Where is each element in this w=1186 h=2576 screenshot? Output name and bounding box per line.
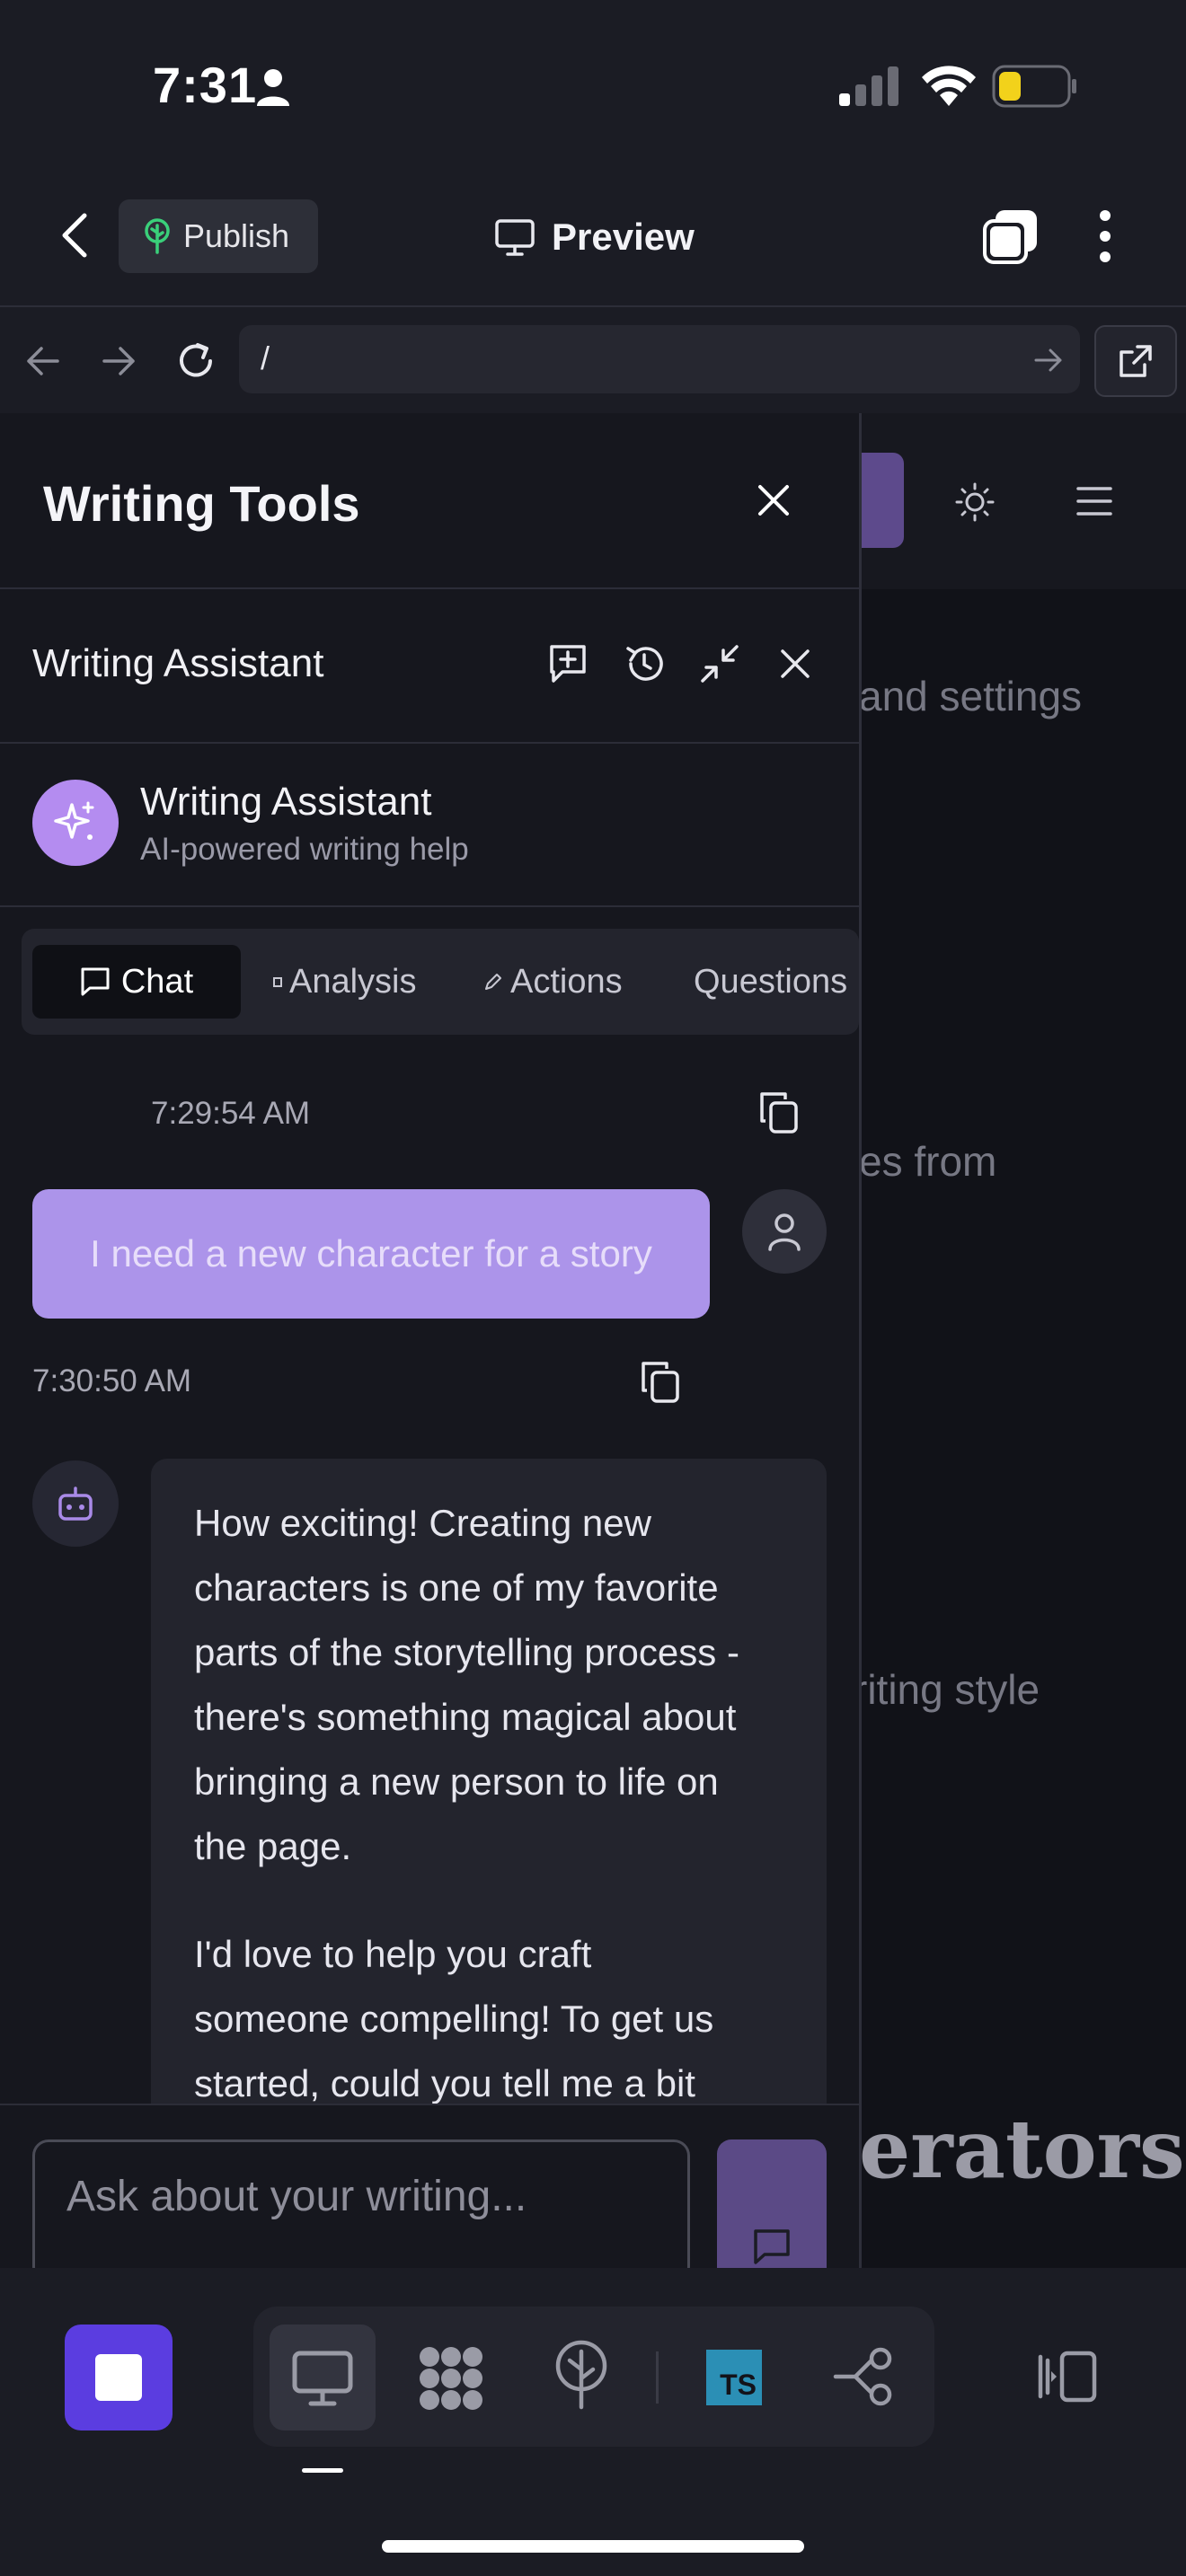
divider xyxy=(0,742,859,744)
text-line: I'd love to help you craft xyxy=(194,1933,592,1975)
publish-button[interactable]: Publish xyxy=(119,199,318,273)
assistant-subtitle: AI-powered writing help xyxy=(140,832,469,867)
share-nodes-icon[interactable] xyxy=(830,2344,895,2409)
tab-analysis[interactable]: Analysis xyxy=(273,945,417,1019)
status-time: 7:31 xyxy=(153,57,258,113)
close-assistant-icon[interactable] xyxy=(780,648,810,679)
divider xyxy=(0,905,859,907)
bot-avatar xyxy=(32,1460,119,1547)
preview-label: Preview xyxy=(552,216,695,258)
publish-tree-icon xyxy=(142,218,173,254)
text-line: How exciting! Creating new xyxy=(194,1502,651,1544)
background-snippet: and settings xyxy=(859,673,1083,719)
history-icon[interactable] xyxy=(624,643,665,684)
nav-back-arrow-icon[interactable] xyxy=(25,345,61,377)
toolbar-separator xyxy=(656,2351,659,2404)
external-link-icon xyxy=(1118,343,1154,379)
divider xyxy=(0,587,859,589)
minimize-icon[interactable] xyxy=(699,643,740,684)
user-icon xyxy=(766,1212,802,1251)
text-line: parts of the storytelling process - xyxy=(194,1631,739,1673)
copy-icon[interactable] xyxy=(758,1090,800,1135)
tab-questions[interactable]: Questions xyxy=(694,945,847,1019)
active-tool-indicator xyxy=(302,2468,343,2473)
tab-chat[interactable]: Chat xyxy=(32,945,241,1019)
analysis-icon xyxy=(273,975,282,988)
assistant-avatar xyxy=(32,780,119,866)
text-line: the page. xyxy=(194,1825,352,1867)
typescript-icon[interactable]: TS xyxy=(706,2350,762,2405)
close-panel-icon[interactable] xyxy=(757,483,791,517)
stop-icon xyxy=(95,2354,142,2401)
preview-title: Preview xyxy=(494,208,695,266)
back-chevron-icon[interactable] xyxy=(58,212,93,259)
tabs-switch-icon[interactable] xyxy=(983,208,1039,264)
background-header xyxy=(859,413,1186,589)
more-vertical-icon[interactable] xyxy=(1096,208,1114,264)
user-message-bubble: I need a new character for a story xyxy=(32,1189,710,1319)
copy-icon[interactable] xyxy=(640,1360,681,1405)
text-line: bringing a new person to life on xyxy=(194,1760,719,1803)
new-chat-icon[interactable] xyxy=(548,643,588,684)
url-text[interactable]: / xyxy=(261,340,270,377)
wifi-icon xyxy=(922,65,976,106)
send-chat-icon xyxy=(752,2228,792,2265)
panel-title: Writing Tools xyxy=(43,475,360,532)
menu-icon xyxy=(1075,485,1114,517)
home-indicator[interactable] xyxy=(382,2540,804,2553)
person-icon xyxy=(255,68,291,106)
pencil-icon xyxy=(483,972,503,992)
user-message-text: I need a new character for a story xyxy=(90,1232,652,1275)
tab-label: Chat xyxy=(120,962,194,1001)
signal-icon xyxy=(839,66,900,106)
assistant-header-title: Writing Assistant xyxy=(32,641,324,685)
tab-label: Analysis xyxy=(289,962,417,1001)
assistant-paragraph-1: How exciting! Creating new characters is… xyxy=(194,1491,805,1879)
chat-bubble-icon xyxy=(80,966,111,997)
url-field[interactable] xyxy=(239,325,1080,393)
background-heading: erators xyxy=(859,2102,1185,2197)
open-external-button[interactable] xyxy=(1094,325,1177,397)
publish-label: Publish xyxy=(183,217,290,254)
reload-icon[interactable] xyxy=(174,340,217,383)
nav-forward-arrow-icon[interactable] xyxy=(101,345,137,377)
text-line: there's something magical about xyxy=(194,1696,737,1738)
bot-icon xyxy=(56,1485,95,1522)
panel-toggle-icon[interactable] xyxy=(1035,2348,1100,2405)
chat-input-placeholder[interactable]: Ask about your writing... xyxy=(66,2172,527,2221)
monitor-icon xyxy=(494,218,535,256)
background-snippet: es from xyxy=(859,1138,997,1185)
text-line: characters is one of my favorite xyxy=(194,1566,719,1609)
deploy-tree-icon[interactable] xyxy=(552,2339,611,2411)
send-button[interactable] xyxy=(717,2139,827,2283)
user-avatar xyxy=(742,1189,827,1274)
tab-label: Actions xyxy=(510,962,623,1001)
sparkles-icon xyxy=(52,799,99,846)
sun-icon xyxy=(954,481,996,523)
assistant-paragraph-2: I'd love to help you craft someone compe… xyxy=(194,1922,805,2116)
url-go-arrow-icon[interactable] xyxy=(1033,347,1064,374)
assistant-name: Writing Assistant xyxy=(140,780,432,824)
background-snippet: riting style xyxy=(854,1666,1040,1713)
desktop-preview-icon[interactable] xyxy=(291,2350,354,2407)
text-line: someone compelling! To get us xyxy=(194,1998,714,2040)
components-icon[interactable] xyxy=(417,2344,485,2413)
message-timestamp: 7:30:50 AM xyxy=(32,1363,192,1398)
message-timestamp: 7:29:54 AM xyxy=(151,1096,311,1131)
stop-button[interactable] xyxy=(65,2325,173,2430)
tab-actions[interactable]: Actions xyxy=(483,945,623,1019)
battery-icon xyxy=(992,65,1078,108)
tab-label: Questions xyxy=(694,962,848,1001)
